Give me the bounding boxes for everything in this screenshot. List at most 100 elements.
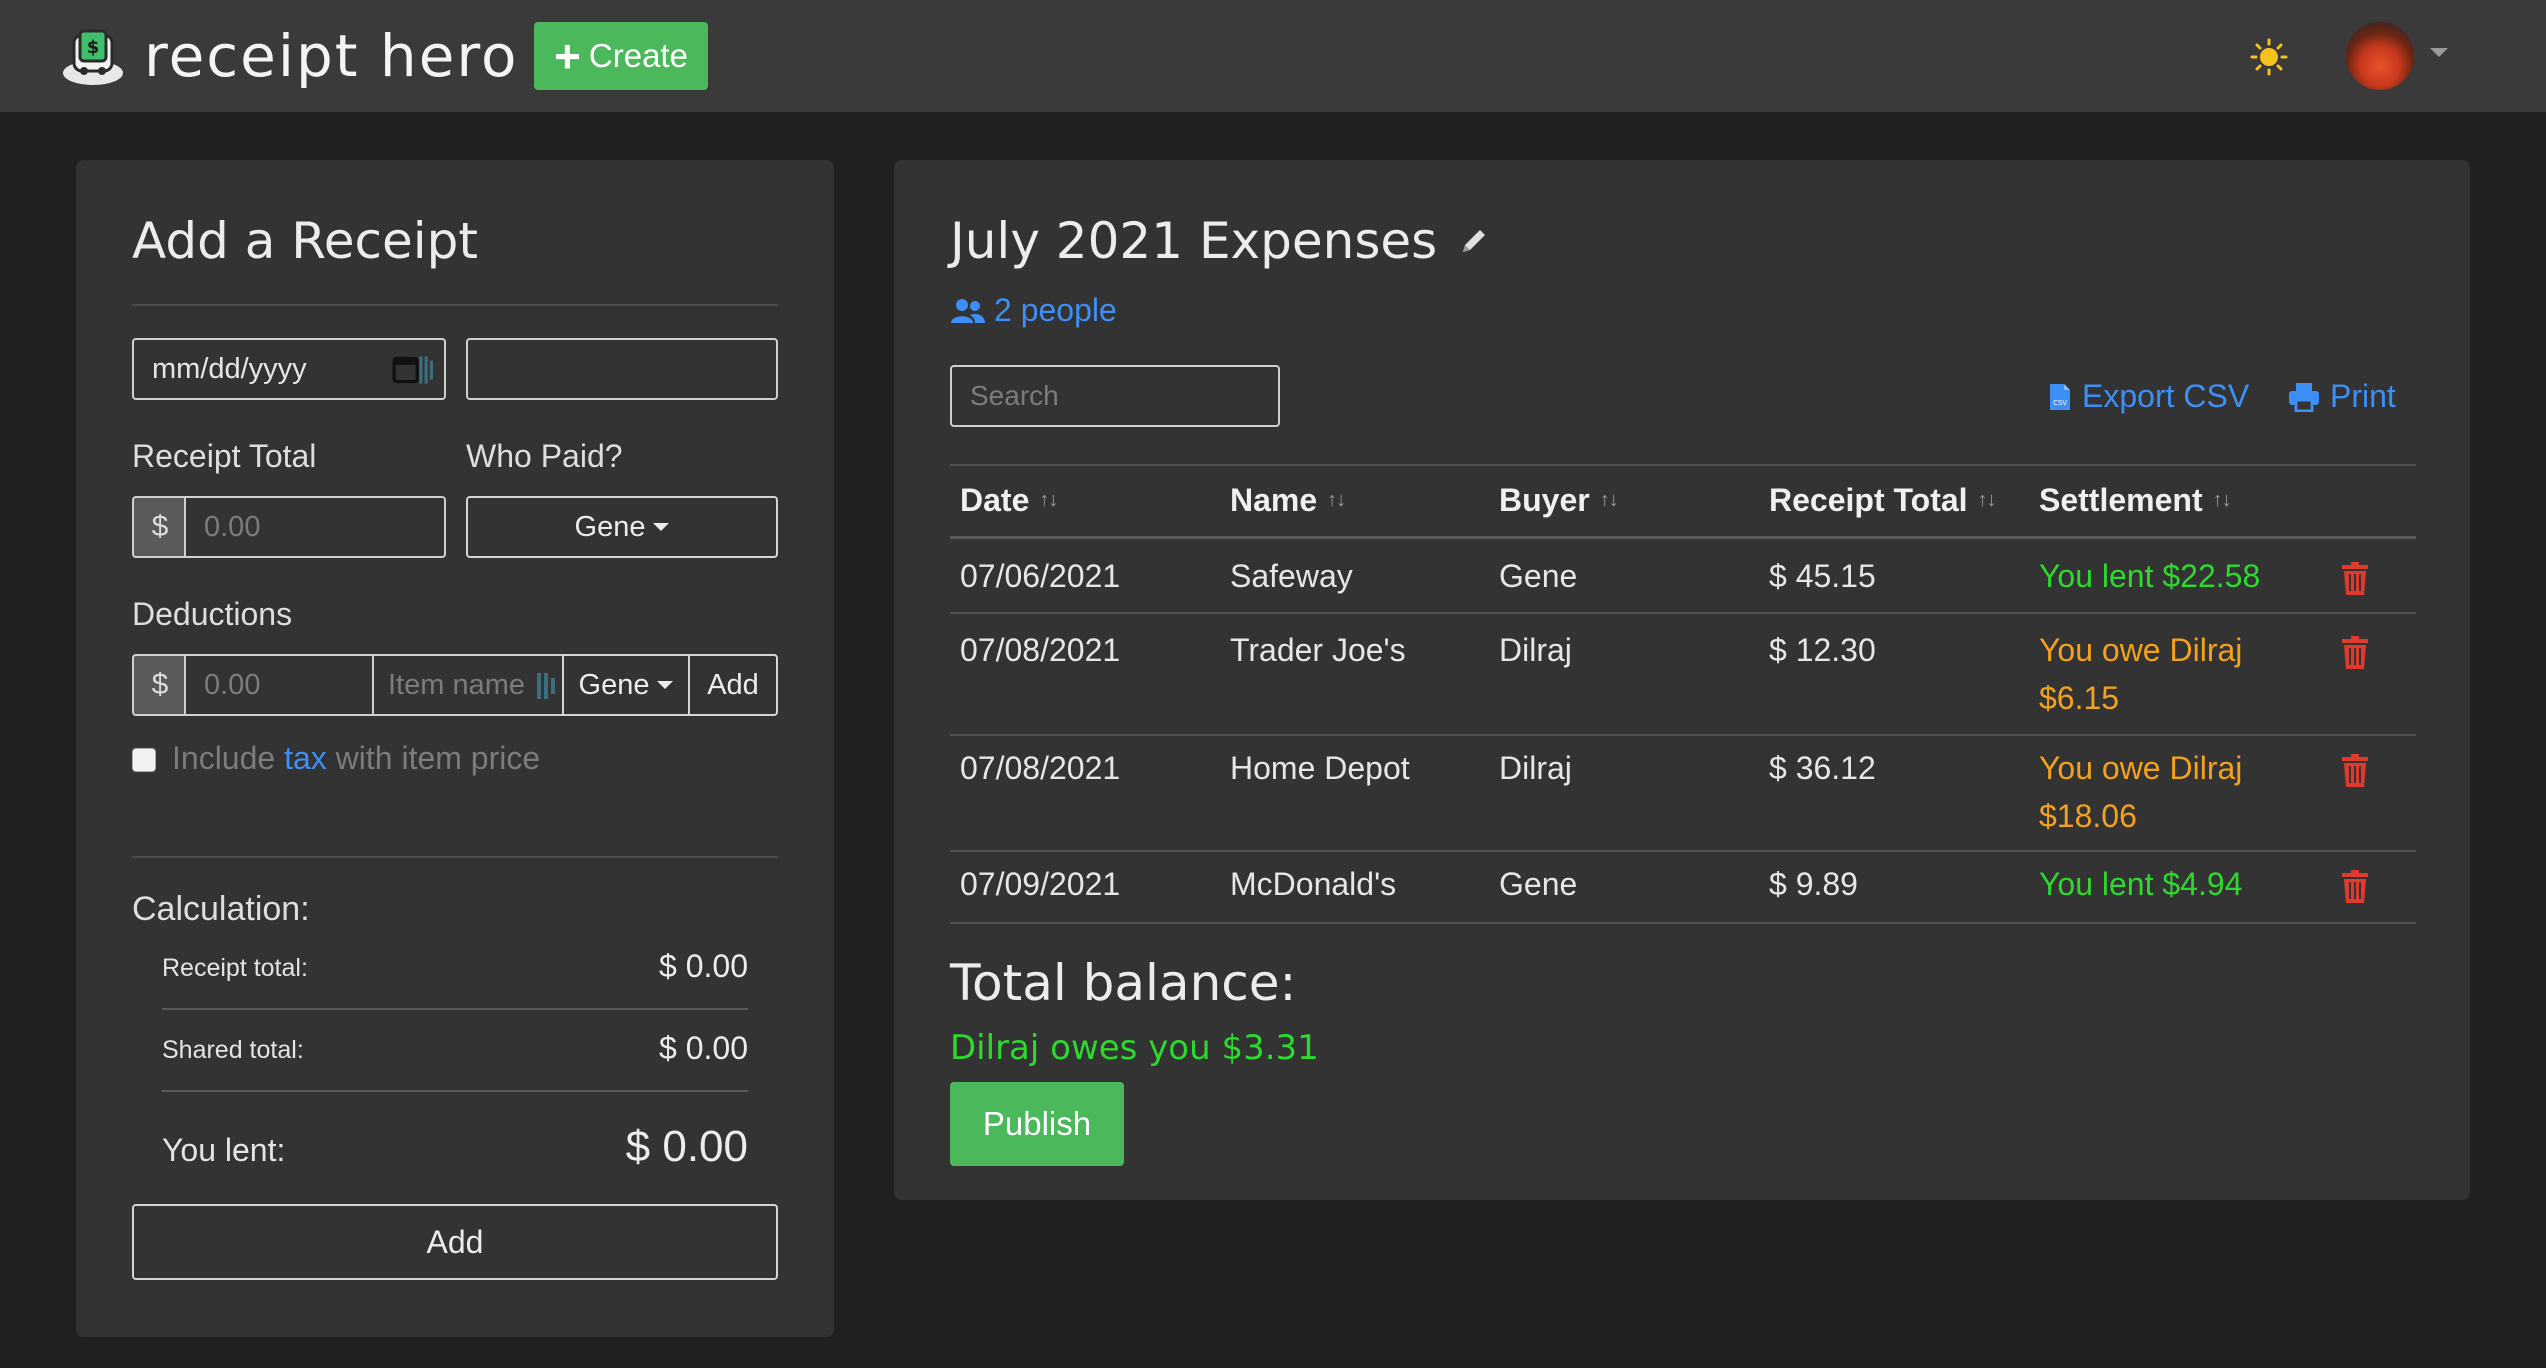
add-receipt-title: Add a Receipt [132,212,478,270]
sheet-title-text: July 2021 Expenses [950,212,1438,270]
date-placeholder: mm/dd/yyyy [152,352,307,385]
row-date: 07/09/2021 [960,866,1121,902]
receipt-total-row-value: $ 0.00 [659,948,748,984]
create-label: Create [588,37,688,74]
row-settlement-amount: $6.15 [2039,680,2120,716]
add-receipt-button[interactable]: Add [132,1204,778,1280]
column-header-date[interactable]: Date ↑↓ [960,482,1058,519]
search-placeholder: Search [970,380,1059,411]
row-buyer: Gene [1499,866,1578,902]
export-csv-button[interactable]: CSV Export CSV [2048,378,2249,415]
sort-icon: ↑↓ [2212,489,2232,511]
deduction-buyer-value: Gene [578,668,650,701]
include-tax-label: Include tax with item price [172,740,540,777]
receipt-total-row-label: Receipt total: [162,954,308,982]
row-name: McDonald's [1230,866,1397,902]
divider [132,856,778,858]
divider [132,304,778,306]
shared-total-row-value: $ 0.00 [659,1030,748,1066]
divider [162,1090,748,1092]
row-divider [950,612,2416,614]
who-paid-dropdown[interactable]: Gene [466,496,778,558]
column-header-buyer[interactable]: Buyer ↑↓ [1499,482,1619,519]
printer-icon [2289,382,2319,412]
row-date: 07/06/2021 [960,558,1121,594]
deduction-amount-input[interactable]: 0.00 [184,654,374,716]
users-icon [951,298,985,323]
people-link[interactable]: 2 people [950,292,1117,329]
print-button[interactable]: Print [2288,378,2396,415]
receipt-total-input[interactable]: 0.00 [184,496,446,558]
row-name: Trader Joe's [1230,632,1406,668]
calendar-icon[interactable] [392,354,434,386]
receipt-total-label: Receipt Total [132,438,317,474]
sheet-title: July 2021 Expenses [950,212,1489,270]
shared-total-row-label: Shared total: [162,1036,304,1064]
search-input[interactable]: Search [950,365,1280,427]
column-header-settlement[interactable]: Settlement ↑↓ [2039,482,2232,519]
export-csv-label: Export CSV [2082,378,2250,414]
table-top-border [950,464,2416,466]
expenses-card: July 2021 Expenses 2 people Search CSV E… [894,160,2470,1200]
row-total: $ 12.30 [1769,632,1876,668]
sort-icon: ↑↓ [1327,489,1346,511]
row-total: $ 9.89 [1769,866,1858,902]
table-bottom-border [950,922,2416,924]
you-lent-label: You lent: [162,1132,286,1168]
publish-button[interactable]: Publish [950,1082,1124,1166]
row-settlement: You owe Dilraj [2039,750,2243,786]
create-button[interactable]: + Create [534,22,708,90]
include-label-pre: Include [172,740,276,776]
row-divider [950,734,2416,736]
column-header-receipt-total[interactable]: Receipt Total ↑↓ [1769,482,1997,519]
trash-icon[interactable] [2340,636,2370,670]
column-settlement-label: Settlement [2039,482,2203,518]
csv-file-icon: CSV [2050,383,2070,410]
date-input[interactable]: mm/dd/yyyy [132,338,446,400]
column-name-label: Name [1230,482,1318,518]
sun-icon[interactable] [2250,38,2288,76]
column-header-name[interactable]: Name ↑↓ [1230,482,1346,519]
row-total: $ 45.15 [1769,558,1876,594]
receipt-name-input[interactable] [466,338,778,400]
row-buyer: Gene [1499,558,1578,594]
navbar: $ receipt hero + Create [0,0,2546,112]
you-lent-value: $ 0.00 [625,1122,748,1171]
caret-down-icon [653,523,670,531]
trash-icon[interactable] [2340,754,2370,788]
column-date-label: Date [960,482,1030,518]
svg-text:CSV: CSV [2053,399,2067,407]
row-buyer: Dilraj [1499,632,1572,668]
deduction-buyer-dropdown[interactable]: Gene [562,654,690,716]
trash-icon[interactable] [2340,870,2370,904]
balance-text: Dilraj owes you $3.31 [950,1028,1319,1068]
deduction-add-button[interactable]: Add [688,654,778,716]
svg-text:$: $ [87,37,100,58]
who-paid-label: Who Paid? [466,438,623,474]
item-name-input[interactable]: Item name [372,654,564,716]
table-header-border [950,536,2416,539]
pencil-icon[interactable] [1459,226,1489,256]
item-name-placeholder: Item name [388,668,525,701]
trash-icon[interactable] [2340,562,2370,596]
password-manager-icon[interactable] [536,671,556,701]
total-balance-title: Total balance: [950,954,1297,1012]
brand[interactable]: $ receipt hero [60,22,518,90]
receipt-robot-icon: $ [63,29,123,85]
tax-link[interactable]: tax [284,740,327,776]
plus-icon: + [554,30,581,82]
caret-down-icon [657,681,674,689]
avatar[interactable] [2346,22,2414,90]
deduction-currency-addon: $ [132,654,186,716]
people-count: 2 people [994,292,1117,328]
brand-name: receipt hero [144,22,519,90]
row-settlement: You lent $4.94 [2039,866,2243,902]
row-total: $ 36.12 [1769,750,1876,786]
row-settlement-amount: $18.06 [2039,798,2137,834]
include-tax-checkbox[interactable] [132,748,156,772]
row-date: 07/08/2021 [960,632,1121,668]
calculation-label: Calculation: [132,890,310,928]
chevron-down-icon[interactable] [2430,48,2448,57]
row-name: Safeway [1230,558,1353,594]
divider [162,1008,748,1010]
